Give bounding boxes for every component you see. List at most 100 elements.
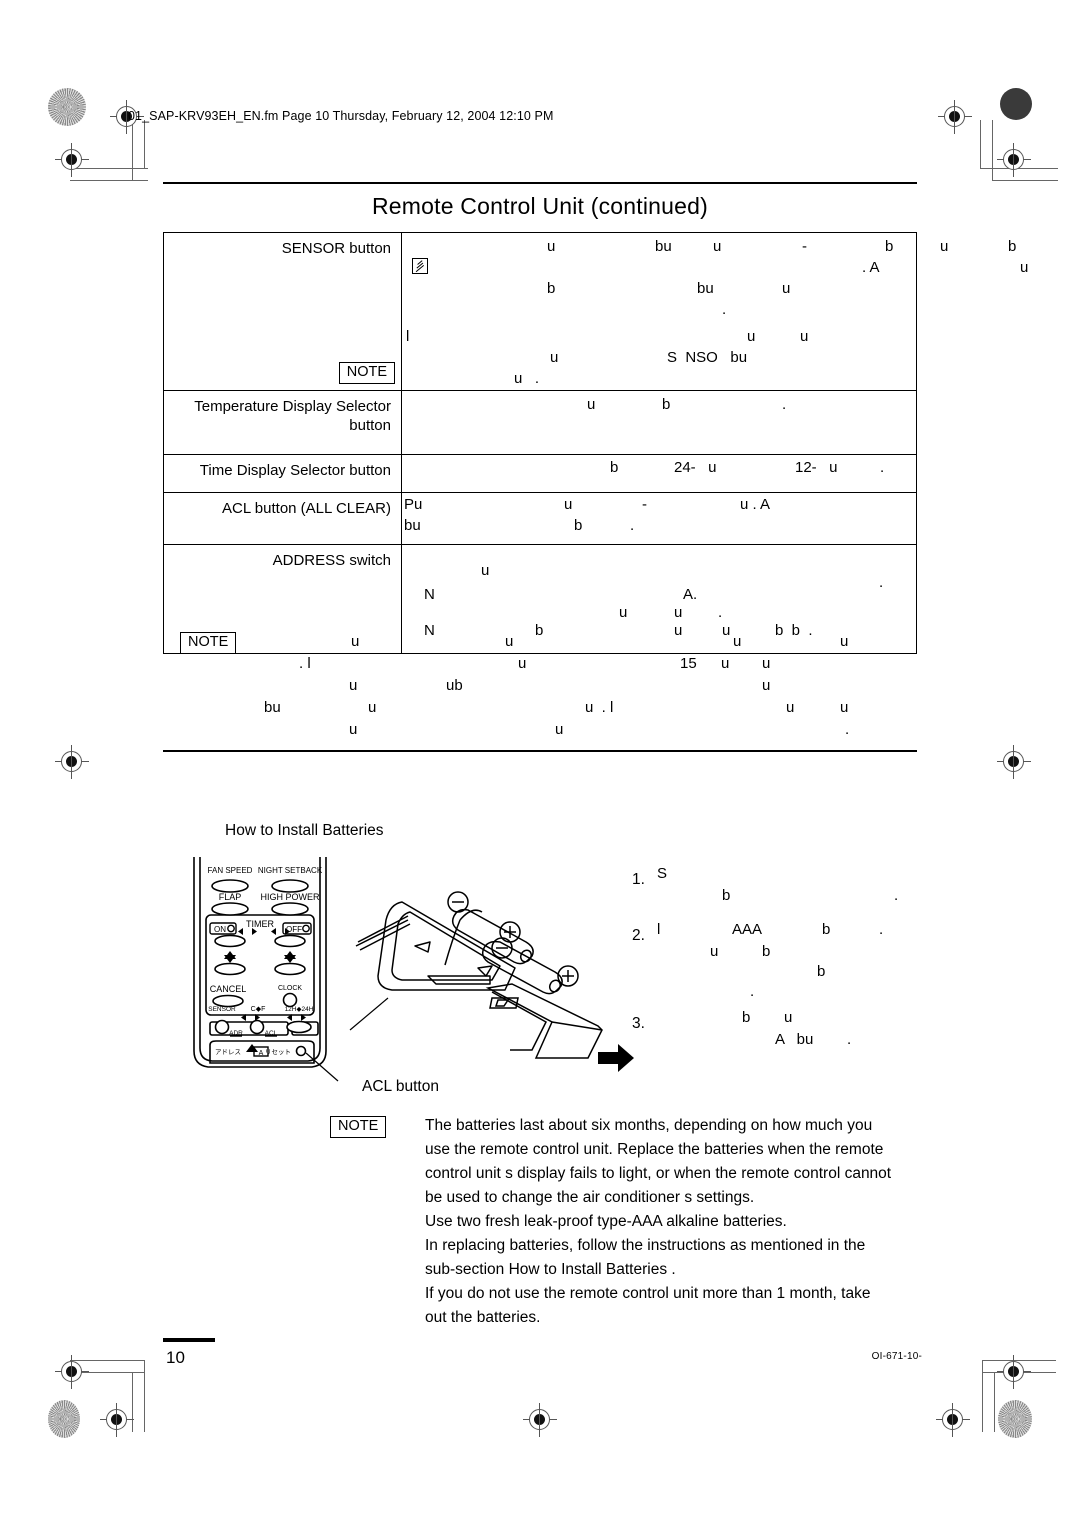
text-fragment: bu xyxy=(655,238,672,255)
page-title: Remote Control Unit (continued) xyxy=(371,193,709,219)
text-fragment: bu xyxy=(264,699,281,716)
text-fragment: b xyxy=(547,280,556,297)
text-fragment: u xyxy=(786,699,795,716)
text-fragment: u xyxy=(762,677,771,694)
text-fragment: u . l xyxy=(585,699,614,716)
fragment-layer: Sb. xyxy=(632,866,932,922)
row-label-temperature-display-selector: Temperature Display Selector button xyxy=(164,391,402,454)
text-fragment: b xyxy=(1008,238,1017,255)
sensor-symbol-icon xyxy=(412,258,428,274)
list-item: 1. Sb. xyxy=(632,866,932,922)
text-fragment: . xyxy=(879,574,884,591)
registration-mark xyxy=(938,100,972,134)
text-fragment: u xyxy=(782,280,791,297)
text-fragment: Pu xyxy=(404,496,423,513)
text-fragment: u xyxy=(349,677,358,694)
document-page: 01_SAP-KRV93EH_EN.fm Page 10 Thursday, F… xyxy=(0,0,1080,1528)
text-fragment: AAA xyxy=(732,921,763,938)
btn-label-hour-mode: 12H◆24H xyxy=(285,1006,314,1013)
registration-mark xyxy=(936,1403,970,1437)
remote-control-svg: FAN SPEED NIGHT SETBACK FLAP HIGH POWER … xyxy=(193,857,339,1082)
text-fragment: u . xyxy=(514,370,540,387)
text-fragment: u xyxy=(619,604,628,621)
text-fragment: b xyxy=(574,517,583,534)
header-file-line: 01_SAP-KRV93EH_EN.fm Page 10 Thursday, F… xyxy=(128,109,554,123)
text-fragment: b xyxy=(885,238,894,255)
text-fragment: 12- u xyxy=(795,459,838,476)
text-fragment: b xyxy=(610,459,619,476)
text-fragment: u xyxy=(674,604,683,621)
fragment-layer: uuuu. l u 15 u u u ub u bu u u . luuuu. xyxy=(250,632,990,737)
text-fragment: u xyxy=(784,1009,793,1026)
registration-mark xyxy=(997,1355,1031,1389)
title-rule-top xyxy=(163,182,917,184)
text-fragment: . xyxy=(894,887,899,904)
fragment-layer: l AAA b. u b b. xyxy=(632,922,932,1010)
text-fragment: u xyxy=(547,238,556,255)
page-number-rule xyxy=(163,1338,215,1342)
btn-label-high-power: HIGH POWER xyxy=(260,892,320,902)
text-fragment: - xyxy=(642,496,647,513)
table-row: Temperature Display Selector button u b. xyxy=(164,391,916,455)
registration-mark xyxy=(55,1355,89,1389)
row-label-sensor-button: SENSOR button NOTE xyxy=(164,233,402,390)
text-fragment: l xyxy=(657,921,661,938)
row-body: b 24- u 12- u. xyxy=(402,455,916,492)
text-fragment: ub xyxy=(446,677,463,694)
text-fragment: u xyxy=(762,655,771,672)
text-fragment: - xyxy=(802,238,807,255)
text-fragment: N xyxy=(424,586,435,603)
text-fragment: A bu xyxy=(775,1031,814,1048)
acl-button-caption: ACL button xyxy=(362,1078,439,1095)
registration-mark xyxy=(997,143,1031,177)
text-fragment: u xyxy=(713,238,722,255)
row-label-text: Temperature Display Selector button xyxy=(194,398,391,434)
text-fragment: u xyxy=(368,699,377,716)
density-patch-screen xyxy=(48,88,86,126)
note-badge: NOTE xyxy=(338,362,395,384)
text-fragment: b xyxy=(817,963,826,980)
install-steps: 1. Sb. 2. l AAA b. u b b. 3. buA bu. xyxy=(632,866,932,1060)
remote-control-illustration: FAN SPEED NIGHT SETBACK FLAP HIGH POWER … xyxy=(180,855,340,1085)
remote-functions-table: SENSOR button NOTE u bu u - b u b. Au b bu u. l u u u… xyxy=(163,232,1028,654)
btn-label-on: ON xyxy=(214,925,226,934)
text-fragment: . xyxy=(630,517,635,534)
text-fragment: b xyxy=(662,396,671,413)
text-fragment: u xyxy=(587,396,596,413)
text-fragment: u xyxy=(1020,259,1029,276)
text-fragment: b xyxy=(762,943,771,960)
howto-heading: How to Install Batteries xyxy=(225,822,384,839)
btn-label-clock: CLOCK xyxy=(278,985,302,992)
text-fragment: u xyxy=(940,238,949,255)
text-fragment: u xyxy=(351,633,360,650)
btn-label-address-jp: アドレス xyxy=(215,1048,241,1056)
registration-mark xyxy=(55,745,89,779)
text-fragment: u xyxy=(481,562,490,579)
text-fragment: bu xyxy=(697,280,714,297)
text-fragment: 24- u xyxy=(674,459,717,476)
text-fragment: . xyxy=(750,983,755,1000)
text-fragment: u xyxy=(733,633,742,650)
text-fragment: . xyxy=(879,921,884,938)
note-badge: NOTE xyxy=(330,1116,387,1138)
row-label-text: ACL button (ALL CLEAR) xyxy=(222,500,391,517)
text-fragment: . l xyxy=(299,655,311,672)
text-fragment: u xyxy=(550,349,559,366)
btn-label-sensor: SENSOR xyxy=(208,1006,236,1013)
row-label-acl-button: ACL button (ALL CLEAR) xyxy=(164,493,402,544)
row-label-text: SENSOR button xyxy=(281,240,391,257)
density-patch-solid xyxy=(1000,88,1032,120)
text-fragment: . xyxy=(847,1031,852,1048)
text-fragment: b xyxy=(722,887,731,904)
battery-note-text: The batteries last about six months, dep… xyxy=(425,1117,892,1326)
table-row: Time Display Selector button b 24- u 12- u… xyxy=(164,455,916,493)
text-fragment: . xyxy=(880,459,885,476)
row-label-time-display-selector: Time Display Selector button xyxy=(164,455,402,492)
text-fragment: u xyxy=(518,655,527,672)
text-fragment: A. xyxy=(683,586,698,603)
text-fragment: u xyxy=(555,721,564,738)
btn-label-flap: FLAP xyxy=(219,892,242,902)
registration-mark xyxy=(100,1403,134,1437)
table-row: SENSOR button NOTE u bu u - b u b. Au b bu u. l u u u… xyxy=(164,233,1028,391)
page-number: 10 xyxy=(166,1348,185,1367)
